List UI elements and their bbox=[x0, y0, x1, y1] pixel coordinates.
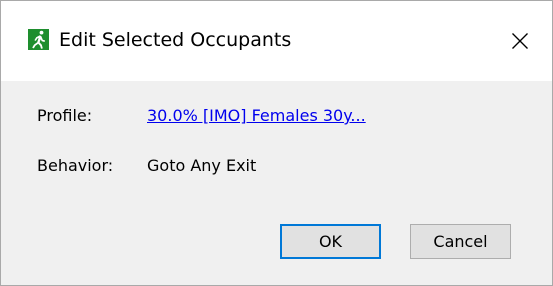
running-person-exit-icon bbox=[28, 29, 49, 50]
dialog-content: Profile: 30.0% [IMO] Females 30y... Beha… bbox=[1, 81, 552, 285]
cancel-button[interactable]: Cancel bbox=[410, 224, 511, 259]
window-title: Edit Selected Occupants bbox=[59, 29, 292, 51]
edit-occupants-dialog: Edit Selected Occupants Profile: 30.0% [… bbox=[0, 0, 553, 286]
ok-button[interactable]: OK bbox=[280, 224, 381, 259]
behavior-label: Behavior: bbox=[37, 156, 114, 175]
behavior-value: Goto Any Exit bbox=[147, 156, 257, 175]
close-icon bbox=[512, 33, 528, 49]
profile-label: Profile: bbox=[37, 106, 93, 125]
title-bar: Edit Selected Occupants bbox=[1, 1, 552, 81]
close-button[interactable] bbox=[488, 1, 552, 81]
profile-link[interactable]: 30.0% [IMO] Females 30y... bbox=[147, 106, 366, 126]
